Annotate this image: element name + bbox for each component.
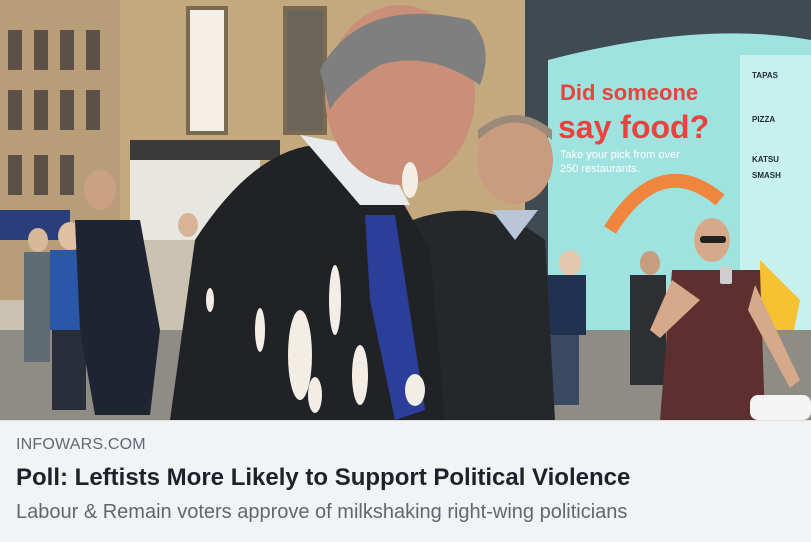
brand-item: KATSU [752, 155, 779, 164]
article-photo: Did someone say food? Take your pick fro… [0, 0, 811, 420]
source-domain: INFOWARS.COM [16, 436, 146, 453]
shopping-bag [750, 395, 811, 420]
article-thumbnail[interactable]: Did someone say food? Take your pick fro… [0, 0, 811, 420]
article-description: Labour & Remain voters approve of milksh… [16, 501, 628, 523]
link-preview-card[interactable]: Did someone say food? Take your pick fro… [0, 0, 811, 542]
article-title[interactable]: Poll: Leftists More Likely to Support Po… [16, 463, 795, 493]
storefront-small-1: Take your pick from over [560, 149, 680, 161]
brand-item: TAPAS [752, 71, 779, 80]
centre-window-1 [186, 6, 228, 135]
brand-item: PIZZA [752, 115, 775, 124]
storefront-small-2: 250 restaurants. [560, 163, 640, 175]
storefront-headline-1: Did someone [560, 80, 698, 105]
brand-item: SMASH [752, 171, 781, 180]
building-ledge [130, 140, 280, 160]
link-preview-text[interactable]: INFOWARS.COM Poll: Leftists More Likely … [0, 420, 811, 542]
centre-window-2 [283, 6, 327, 135]
storefront-headline-2: say food? [558, 109, 709, 145]
